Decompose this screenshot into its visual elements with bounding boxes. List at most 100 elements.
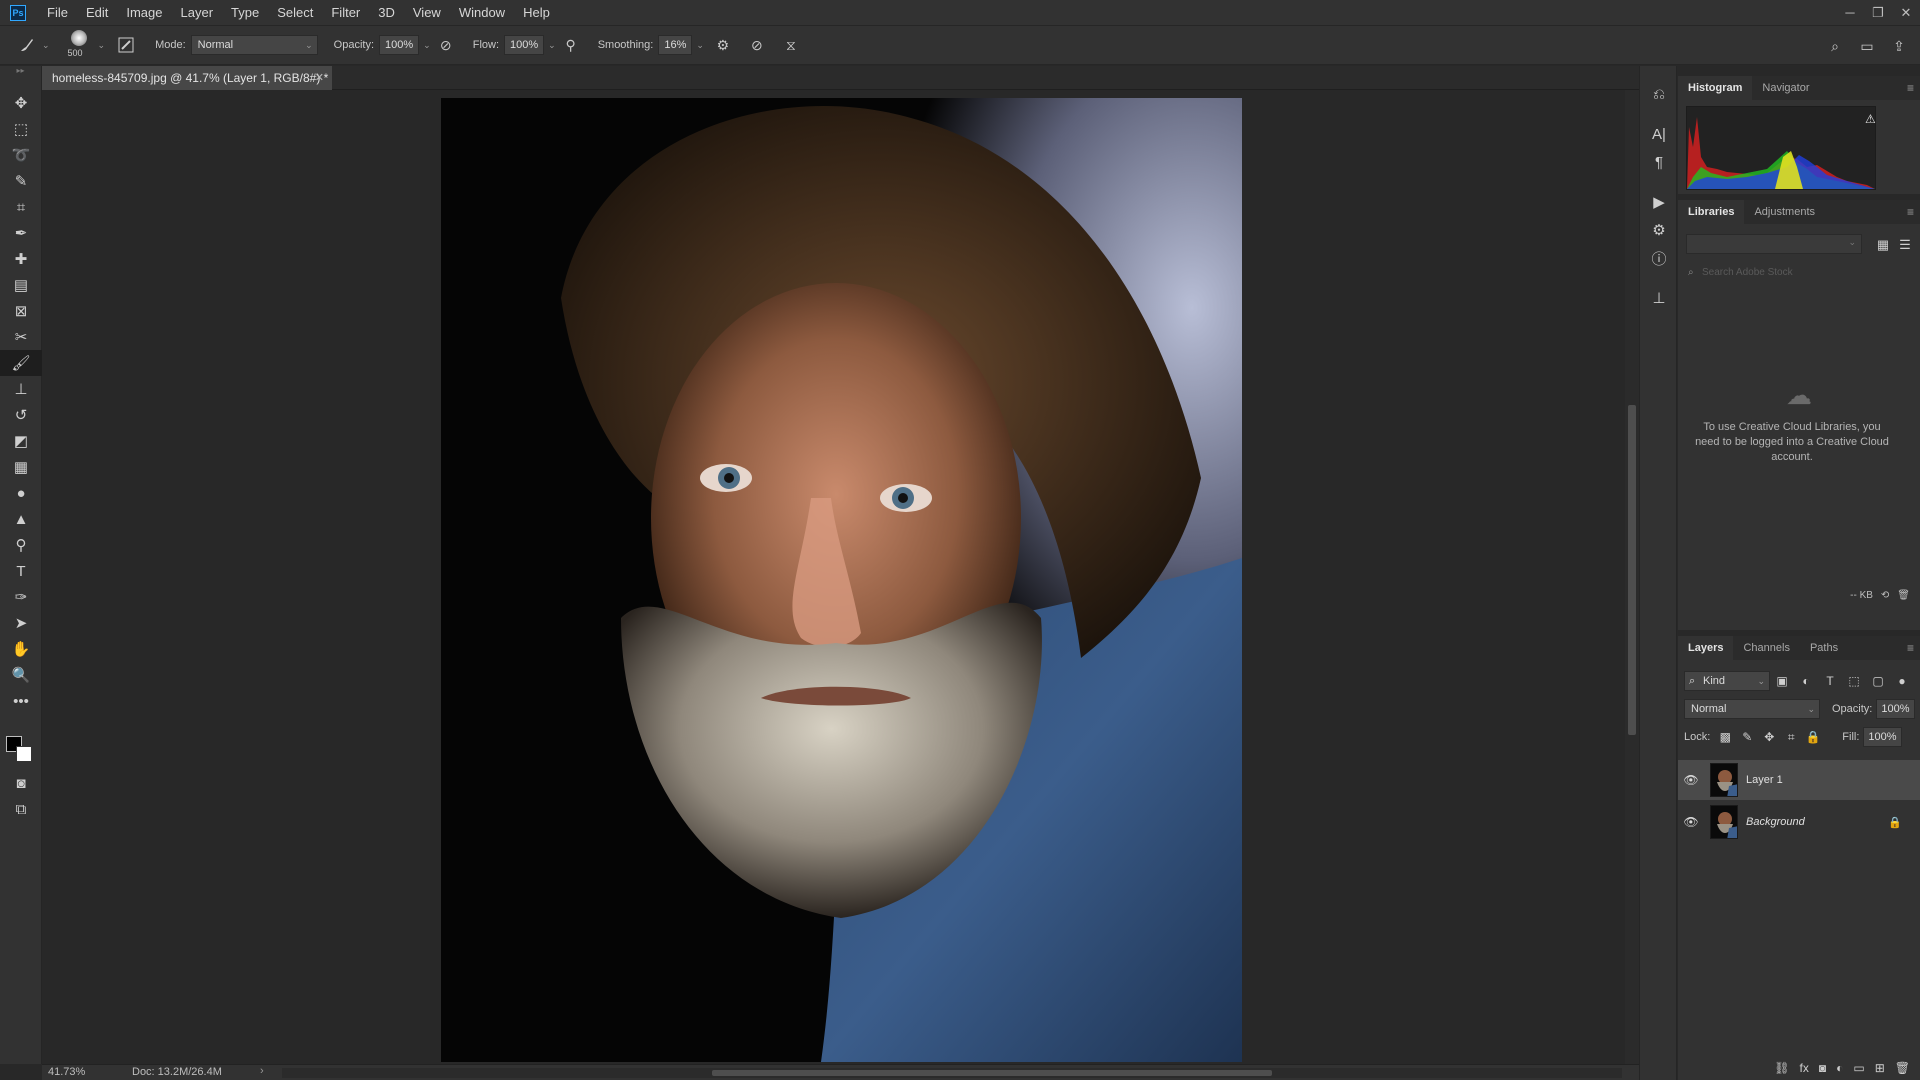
smart-object-filter-icon[interactable]: ▢ — [1866, 674, 1890, 688]
workspace-icon[interactable]: ▭ — [1856, 35, 1878, 57]
search-icon[interactable]: ⌕ — [1824, 35, 1846, 57]
menu-image[interactable]: Image — [117, 0, 171, 25]
tab-layers[interactable]: Layers — [1678, 636, 1734, 660]
document-image[interactable] — [441, 98, 1242, 1062]
properties-icon[interactable]: ⚙ — [1640, 216, 1678, 244]
link-layers-icon[interactable]: ⛓ — [1774, 1061, 1789, 1075]
layer-opacity-field[interactable]: 100% — [1876, 699, 1915, 719]
layer-lock-icon[interactable]: 🔒 — [1888, 816, 1902, 829]
brush-size-picker[interactable]: 500 — [64, 28, 94, 62]
menu-select[interactable]: Select — [268, 0, 322, 25]
tab-histogram[interactable]: Histogram — [1678, 76, 1753, 100]
panel-grip[interactable]: ▸▸ — [0, 66, 41, 76]
paragraph-icon[interactable]: ¶ — [1640, 148, 1678, 176]
menu-view[interactable]: View — [404, 0, 450, 25]
new-group-icon[interactable]: ▭ — [1853, 1061, 1864, 1075]
new-adjustment-layer-icon[interactable]: ◐ — [1836, 1061, 1843, 1075]
opacity-field[interactable]: 100% — [379, 35, 420, 55]
sync-icon[interactable]: ⟲ — [1881, 590, 1889, 601]
crop-tool-icon[interactable]: ⌗ — [0, 194, 42, 220]
filter-toggle-icon[interactable]: ● — [1890, 674, 1914, 688]
tab-paths[interactable]: Paths — [1800, 636, 1848, 660]
lock-all-icon[interactable]: 🔒 — [1802, 730, 1824, 744]
info-icon[interactable]: ⓘ — [1640, 244, 1678, 272]
history-icon[interactable]: ⎌ — [1640, 80, 1678, 108]
quick-mask-icon[interactable]: ◙ — [0, 770, 42, 796]
shape-filter-icon[interactable]: ⬚ — [1842, 674, 1866, 688]
brush-tool-icon[interactable]: 🖌 — [0, 350, 42, 376]
smoothing-field[interactable]: 16% — [658, 35, 693, 55]
chevron-down-icon[interactable]: ⌄ — [42, 40, 50, 51]
sharpen-tool-icon[interactable]: ▲ — [0, 506, 42, 532]
tab-channels[interactable]: Channels — [1733, 636, 1799, 660]
lock-artboard-icon[interactable]: ⌗ — [1780, 730, 1802, 745]
brush-tool-preset-icon[interactable] — [16, 34, 38, 56]
chevron-down-icon[interactable]: ⌄ — [696, 40, 704, 51]
close-icon[interactable]: ✕ — [1892, 0, 1920, 25]
lock-paint-icon[interactable]: ✎ — [1736, 730, 1758, 744]
menu-type[interactable]: Type — [222, 0, 268, 25]
minimize-icon[interactable]: ─ — [1836, 0, 1864, 25]
healing-brush-tool-icon[interactable]: ✚ — [0, 246, 42, 272]
close-tab-icon[interactable]: ✕ — [315, 66, 324, 90]
menu-layer[interactable]: Layer — [172, 0, 223, 25]
character-icon[interactable]: A| — [1640, 120, 1678, 148]
panel-menu-icon[interactable]: ≡ — [1907, 76, 1914, 100]
panel-menu-icon[interactable]: ≡ — [1907, 200, 1914, 224]
horizontal-scrollbar[interactable] — [282, 1068, 1622, 1078]
adjustment-filter-icon[interactable]: ◐ — [1794, 674, 1818, 688]
pen-tool-icon[interactable]: ✑ — [0, 584, 42, 610]
visibility-eye-icon[interactable]: 👁 — [1678, 815, 1704, 829]
document-tab[interactable]: homeless-845709.jpg @ 41.7% (Layer 1, RG… — [42, 66, 332, 90]
visibility-eye-icon[interactable]: 👁 — [1678, 773, 1704, 787]
airbrush-icon[interactable]: ⚲ — [560, 34, 582, 56]
tab-adjustments[interactable]: Adjustments — [1744, 200, 1825, 224]
move-tool-icon[interactable]: ✥ — [0, 90, 42, 116]
add-mask-icon[interactable]: ◙ — [1819, 1061, 1826, 1075]
menu-window[interactable]: Window — [450, 0, 514, 25]
layer-name[interactable]: Layer 1 — [1746, 774, 1783, 786]
clone-source-icon[interactable]: ⊥ — [1640, 284, 1678, 312]
screen-mode-icon[interactable]: ⧉ — [0, 796, 42, 822]
vertical-scroll-thumb[interactable] — [1628, 405, 1636, 735]
new-layer-icon[interactable]: ⊞ — [1875, 1061, 1885, 1075]
layer-row-layer-1[interactable]: 👁 Layer 1 — [1678, 760, 1920, 800]
pressure-opacity-icon[interactable]: ⊘ — [435, 34, 457, 56]
actions-play-icon[interactable]: ▶ — [1640, 188, 1678, 216]
trash-icon[interactable]: 🗑 — [1897, 590, 1910, 601]
brush-settings-icon[interactable] — [115, 34, 137, 56]
lock-position-icon[interactable]: ✥ — [1758, 730, 1780, 744]
pressure-size-icon[interactable]: ⊘ — [746, 34, 768, 56]
hand-tool-icon[interactable]: ✋ — [0, 636, 42, 662]
mode-select[interactable]: Normal ⌄ — [190, 35, 318, 55]
menu-file[interactable]: File — [38, 0, 77, 25]
restore-icon[interactable]: ❐ — [1864, 0, 1892, 25]
symmetry-icon[interactable]: ⧖ — [780, 34, 802, 56]
dodge-tool-icon[interactable]: ⚲ — [0, 532, 42, 558]
panel-menu-icon[interactable]: ≡ — [1907, 636, 1914, 660]
fill-field[interactable]: 100% — [1863, 727, 1902, 747]
clone-stamp-tool-icon[interactable]: ⊥ — [0, 376, 42, 402]
chevron-down-icon[interactable]: ⌄ — [548, 40, 556, 51]
eyedropper-tool-icon[interactable]: ✒ — [0, 220, 42, 246]
pixel-filter-icon[interactable]: ▣ — [1770, 674, 1794, 688]
blend-mode-select[interactable]: Normal ⌄ — [1684, 699, 1820, 719]
chevron-down-icon[interactable]: ⌄ — [423, 40, 431, 51]
layer-style-fx-icon[interactable]: fx — [1800, 1061, 1809, 1075]
status-menu-arrow-icon[interactable]: › — [260, 1065, 264, 1077]
path-selection-tool-icon[interactable]: ➤ — [0, 610, 42, 636]
layer-name[interactable]: Background — [1746, 816, 1805, 828]
layer-row-background[interactable]: 👁 Background 🔒 — [1678, 802, 1920, 842]
smoothing-options-gear-icon[interactable]: ⚙ — [712, 34, 734, 56]
vertical-scrollbar[interactable] — [1625, 90, 1639, 1064]
content-aware-move-tool-icon[interactable]: ✂ — [0, 324, 42, 350]
quick-selection-tool-icon[interactable]: ✎ — [0, 168, 42, 194]
tab-libraries[interactable]: Libraries — [1678, 200, 1745, 224]
library-search-input[interactable]: ⌕ Search Adobe Stock — [1686, 264, 1914, 282]
patch-tool-icon[interactable]: ▤ — [0, 272, 42, 298]
menu-3d[interactable]: 3D — [369, 0, 404, 25]
canvas-area[interactable] — [42, 90, 1625, 1064]
menu-edit[interactable]: Edit — [77, 0, 117, 25]
frame-tool-icon[interactable]: ⊠ — [0, 298, 42, 324]
history-brush-tool-icon[interactable]: ↺ — [0, 402, 42, 428]
